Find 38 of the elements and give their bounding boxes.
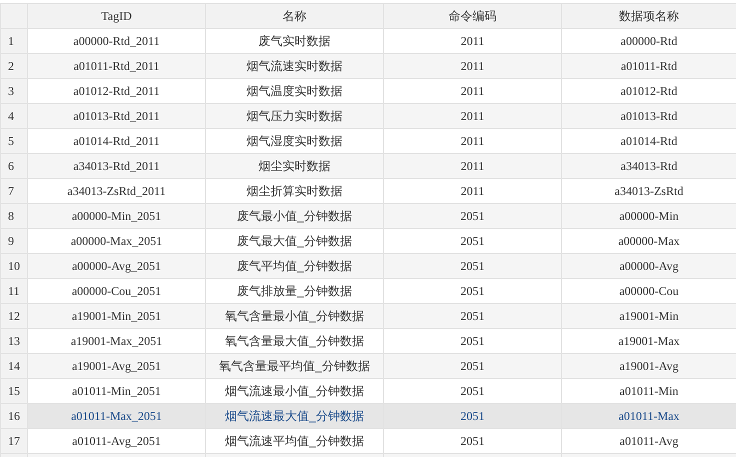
table-row[interactable]: 10 a00000-Avg_2051 废气平均值_分钟数据 2051 a00000-Avg: [0, 254, 736, 278]
row-number: 17: [0, 428, 28, 454]
table-row[interactable]: 12 a19001-Min_2051 氧气含量最小值_分钟数据 2051 a19001-Min: [0, 304, 736, 328]
column-header[interactable]: TagID: [28, 4, 206, 28]
table-row[interactable]: 8 a00000-Min_2051 废气最小值_分钟数据 2051 a00000-Min: [0, 204, 736, 228]
row-number: 11: [0, 278, 28, 304]
table-row[interactable]: 13 a19001-Max_2051 氧气含量最大值_分钟数据 2051 a19001-Max: [0, 328, 736, 354]
table-row[interactable]: 11 a00000-Cou_2051 废气排放量_分钟数据 2051 a00000-Cou: [0, 278, 736, 304]
table-row[interactable]: 1 a00000-Rtd_2011 废气实时数据 2011 a00000-Rtd: [0, 28, 736, 54]
table-row[interactable]: 9 a00000-Max_2051 废气最大值_分钟数据 2051 a00000-Max: [0, 228, 736, 254]
row-number: 2: [0, 54, 28, 78]
column-header[interactable]: 命令编码: [384, 4, 562, 28]
row-number: 16: [0, 404, 28, 428]
row-number: 4: [0, 104, 28, 128]
row-number: 12: [0, 304, 28, 328]
table-row[interactable]: 7 a34013-ZsRtd_2011 烟尘折算实时数据 2011 a34013-ZsRtd: [0, 178, 736, 204]
row-number: 1: [0, 28, 28, 54]
row-number: 5: [0, 128, 28, 154]
row-number: 7: [0, 178, 28, 204]
row-number: 9: [0, 228, 28, 254]
table-row[interactable]: 2 a01011-Rtd_2011 烟气流速实时数据 2011 a01011-Rtd: [0, 54, 736, 78]
column-header[interactable]: 名称: [206, 4, 384, 28]
row-number: 8: [0, 204, 28, 228]
table-row[interactable]: 5 a01014-Rtd_2011 烟气湿度实时数据 2011 a01014-Rtd: [0, 128, 736, 154]
table-row[interactable]: 17 a01011-Avg_2051 烟气流速平均值_分钟数据 2051 a01011-Avg: [0, 428, 736, 454]
row-number: 10: [0, 254, 28, 278]
table-row[interactable]: 3 a01012-Rtd_2011 烟气温度实时数据 2011 a01012-Rtd: [0, 78, 736, 104]
table-row[interactable]: 15 a01011-Min_2051 烟气流速最小值_分钟数据 2051 a01011-Min: [0, 378, 736, 404]
row-number: 6: [0, 154, 28, 178]
row-number: 14: [0, 354, 28, 378]
row-number: 13: [0, 328, 28, 354]
table-row[interactable]: 14 a19001-Avg_2051 氧气含量最平均值_分钟数据 2051 a19001-Avg: [0, 354, 736, 378]
corner-header-cell: [0, 4, 28, 28]
table-row[interactable]: 6 a34013-Rtd_2011 烟尘实时数据 2011 a34013-Rtd: [0, 154, 736, 178]
table-row[interactable]: 4 a01013-Rtd_2011 烟气压力实时数据 2011 a01013-Rtd: [0, 104, 736, 128]
row-number: 3: [0, 78, 28, 104]
row-number: 15: [0, 378, 28, 404]
table-row[interactable]: 16 a01011-Max_2051 烟气流速最大值_分钟数据 2051 a01011-Max: [0, 404, 736, 428]
